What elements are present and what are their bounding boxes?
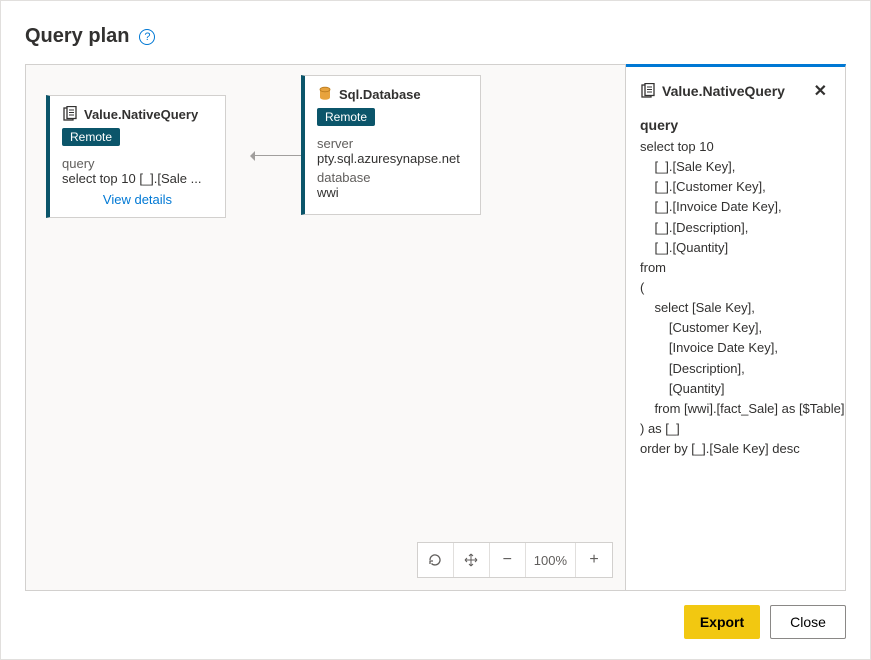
query-icon xyxy=(640,83,656,99)
node-sql-database[interactable]: Sql.Database Remote server pty.sql.azure… xyxy=(301,75,481,215)
edge-arrow xyxy=(251,155,301,156)
server-label: server xyxy=(317,136,468,151)
node-sql-database-header: Sql.Database xyxy=(317,86,468,102)
zoom-percent: 100% xyxy=(526,543,576,577)
node-native-query-header: Value.NativeQuery xyxy=(62,106,213,122)
remote-badge: Remote xyxy=(317,108,375,126)
dialog-body: Value.NativeQuery Remote query select to… xyxy=(25,64,846,591)
zoom-in-icon[interactable]: + xyxy=(576,543,612,577)
fit-view-icon[interactable] xyxy=(454,543,490,577)
dialog-header: Query plan ? xyxy=(25,25,846,48)
dialog-footer: Export Close xyxy=(25,605,846,639)
close-icon[interactable]: ✕ xyxy=(810,79,831,103)
details-sql: select top 10 [_].[Sale Key], [_].[Custo… xyxy=(640,137,831,459)
details-section-label: query xyxy=(640,117,831,133)
remote-badge: Remote xyxy=(62,128,120,146)
details-title: Value.NativeQuery xyxy=(662,83,785,99)
query-plan-canvas[interactable]: Value.NativeQuery Remote query select to… xyxy=(25,64,626,591)
node-query-preview: select top 10 [_].[Sale ... xyxy=(62,171,213,186)
node-sql-database-title: Sql.Database xyxy=(339,87,421,102)
reset-view-icon[interactable] xyxy=(418,543,454,577)
node-native-query-title: Value.NativeQuery xyxy=(84,107,198,122)
details-header: Value.NativeQuery ✕ xyxy=(640,79,831,103)
details-panel: Value.NativeQuery ✕ query select top 10 … xyxy=(626,64,846,591)
export-button[interactable]: Export xyxy=(684,605,760,639)
node-query-label: query xyxy=(62,156,213,171)
server-value: pty.sql.azuresynapse.net xyxy=(317,151,468,166)
zoom-control: − 100% + xyxy=(417,542,613,578)
close-button[interactable]: Close xyxy=(770,605,846,639)
help-icon[interactable]: ? xyxy=(139,29,155,45)
query-icon xyxy=(62,106,78,122)
node-native-query[interactable]: Value.NativeQuery Remote query select to… xyxy=(46,95,226,218)
database-value: wwi xyxy=(317,185,468,200)
database-icon xyxy=(317,86,333,102)
view-details-link[interactable]: View details xyxy=(62,192,213,207)
zoom-out-icon[interactable]: − xyxy=(490,543,526,577)
page-title: Query plan xyxy=(25,25,129,48)
database-label: database xyxy=(317,170,468,185)
